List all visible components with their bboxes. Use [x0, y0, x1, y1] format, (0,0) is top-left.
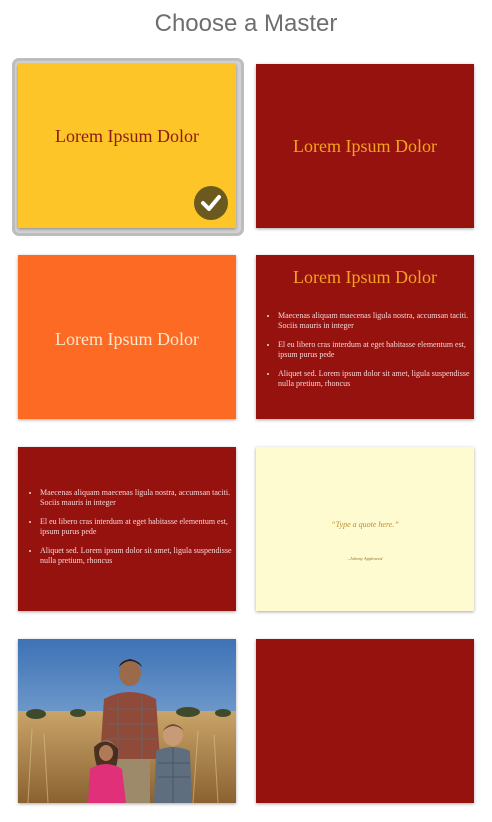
quote-text: “Type a quote here.”	[331, 520, 399, 529]
photo-icon	[18, 639, 236, 803]
master-photo[interactable]	[18, 639, 236, 803]
bullet-item: El eu libero cras interdum at eget habit…	[40, 517, 236, 537]
checkmark-icon	[194, 186, 228, 220]
bullet-item: Maecenas aliquam maecenas ligula nostra,…	[40, 488, 236, 508]
master-title-yellow[interactable]: Lorem Ipsum Dolor	[18, 64, 236, 228]
master-title-dark-red[interactable]: Lorem Ipsum Dolor	[256, 64, 474, 228]
master-title-text: Lorem Ipsum Dolor	[55, 126, 199, 146]
master-quote[interactable]: “Type a quote here.” –Johnny Appleseed	[256, 447, 474, 611]
bullet-item: El eu libero cras interdum at eget habit…	[278, 340, 474, 360]
master-title-text: Lorem Ipsum Dolor	[293, 267, 437, 287]
quote-attribution: –Johnny Appleseed	[347, 556, 383, 561]
master-bullets-only[interactable]: Maecenas aliquam maecenas ligula nostra,…	[18, 447, 236, 611]
bullet-item: Maecenas aliquam maecenas ligula nostra,…	[278, 311, 474, 331]
master-title-bullets[interactable]: Lorem Ipsum Dolor Maecenas aliquam maece…	[256, 255, 474, 419]
bullet-item: Aliquet sed. Lorem ipsum dolor sit amet,…	[40, 546, 236, 566]
page-title: Choose a Master	[154, 10, 338, 37]
bullet-list: Maecenas aliquam maecenas ligula nostra,…	[256, 311, 474, 398]
master-title-text: Lorem Ipsum Dolor	[55, 329, 199, 349]
master-blank[interactable]	[256, 639, 474, 803]
master-title-text: Lorem Ipsum Dolor	[293, 136, 437, 156]
master-title-orange[interactable]: Lorem Ipsum Dolor	[18, 255, 236, 419]
bullet-list: Maecenas aliquam maecenas ligula nostra,…	[18, 488, 236, 575]
bullet-item: Aliquet sed. Lorem ipsum dolor sit amet,…	[278, 369, 474, 389]
